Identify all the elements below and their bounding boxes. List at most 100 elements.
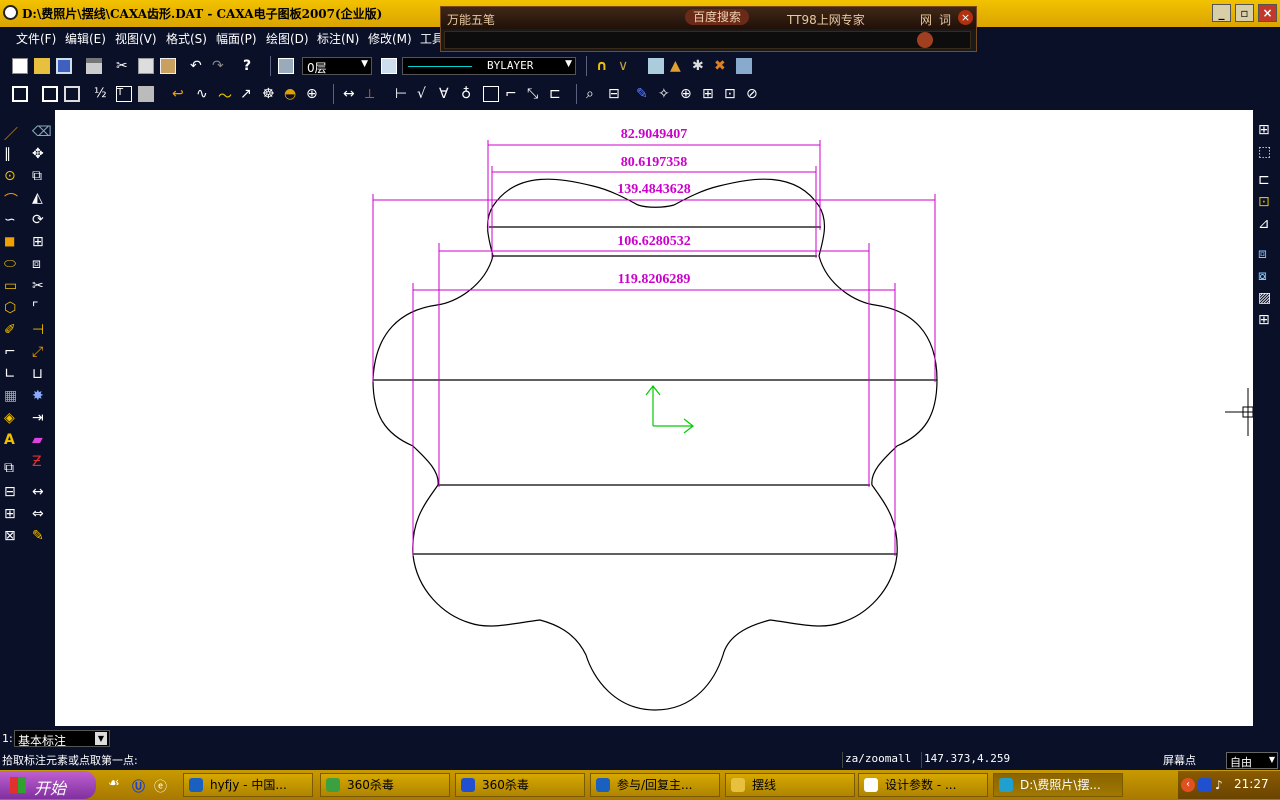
hatch-view-icon[interactable]: ▨ [1258,290,1274,306]
paint-icon[interactable]: ✎ [32,528,48,544]
help-icon[interactable]: ? [243,58,259,74]
mirror-icon[interactable]: ◭ [32,190,48,206]
explode-icon[interactable]: ✖ [714,58,730,74]
rotate-icon[interactable]: ⟳ [32,212,48,228]
title-block-icon[interactable] [42,86,58,102]
drawing-canvas[interactable]: 82.9049407 80.6197358 139.4843628 106.62… [55,110,1254,726]
extend-icon[interactable]: ⊣ [32,322,48,338]
menu-modify[interactable]: 修改(M) [368,30,412,47]
ime-name[interactable]: 万能五笔 [447,11,495,28]
menu-edit[interactable]: 编辑(E) [65,30,106,47]
ime-settings-icon[interactable] [917,32,933,48]
copy-entity-icon[interactable]: ⧉ [32,168,48,184]
redo-icon[interactable]: ↷ [212,58,228,74]
text-style-icon[interactable]: T [116,86,132,102]
hole-icon[interactable]: ◓ [284,86,300,102]
paste-icon[interactable] [160,58,176,74]
properties-icon[interactable] [648,58,664,74]
frame-icon[interactable] [12,86,28,102]
break-entity-icon[interactable]: ⤢ [32,344,48,360]
taskbar-item-360-1[interactable]: 360杀毒 [320,773,450,797]
ime-input-field[interactable] [444,31,971,49]
fillet-icon[interactable]: ⌜ [32,300,48,316]
dimension-style-icon[interactable]: ½ [94,86,110,102]
taskbar-item-caxa[interactable]: D:\费照片\摆... [993,773,1123,797]
block-create-icon[interactable]: ⧉ [4,460,20,476]
block-insert-icon[interactable]: ⊟ [4,484,20,500]
attribute-icon[interactable]: ⊠ [4,528,20,544]
tolerance-icon[interactable]: ♁ [461,86,477,102]
layer-select[interactable]: 0层 ▼ [302,57,372,75]
distance-icon[interactable]: ⊟ [608,86,624,102]
linear-dim-icon[interactable]: ↔ [343,86,359,102]
spline-icon[interactable]: 〜 [218,86,234,105]
scale-icon[interactable]: ⤡ [527,86,543,102]
arrow-icon[interactable]: ↗ [240,86,256,102]
rectangle-icon[interactable]: ▭ [4,278,20,294]
restore-icon[interactable]: ▫ [1235,4,1254,22]
hatch-tool-icon[interactable]: ▦ [4,388,20,404]
dimension-label[interactable]: 80.6197358 [621,155,688,170]
close-icon[interactable]: × [1258,4,1277,22]
tools-icon[interactable]: ✱ [692,58,708,74]
table-icon[interactable] [64,86,80,102]
ime-word-button[interactable]: 词 [939,11,951,28]
circle-icon[interactable]: ⊙ [4,168,20,184]
scale-entity-icon[interactable]: ⧈ [32,256,48,272]
taskbar-item-360-2[interactable]: 360杀毒 [455,773,585,797]
undo-icon[interactable]: ↶ [190,58,206,74]
section-icon[interactable]: ⧈ [1258,246,1274,262]
speaker-icon[interactable]: ♪ [1215,778,1229,792]
point-icon[interactable]: ■ [4,234,20,250]
parallel-line-icon[interactable]: ∥ [4,146,20,162]
menu-dimension[interactable]: 标注(N) [317,30,359,47]
menu-format[interactable]: 格式(S) [166,30,207,47]
zoom-realtime-icon[interactable]: ✧ [658,86,674,102]
zoom-in-icon[interactable]: ⊕ [680,86,696,102]
minimize-icon[interactable]: _ [1212,4,1231,22]
image-icon[interactable] [736,58,752,74]
taskbar-item-forum[interactable]: 参与/回复主... [590,773,720,797]
menu-file[interactable]: 文件(F) [16,30,56,47]
arc-icon[interactable]: ⌒ [4,190,20,209]
dimension-style-select[interactable]: 基本标注 ▼ [14,730,110,748]
measure-icon[interactable]: ⊏ [549,86,565,102]
dim-edit-icon[interactable]: ↔ [32,484,48,500]
zoom-all-icon[interactable]: ⊡ [724,86,740,102]
detail-view-icon[interactable]: ⧇ [1258,268,1274,284]
query-icon[interactable]: ⌕ [586,86,602,102]
grid-view-icon[interactable]: ⊞ [1258,312,1274,328]
library-icon[interactable]: ⊞ [4,506,20,522]
taskbar-item-hyfjy[interactable]: hyfjy - 中国... [183,773,313,797]
view-side-icon[interactable]: ⊿ [1258,216,1274,232]
datum-icon[interactable]: ∀ [439,86,455,102]
offset-icon[interactable]: ⇥ [32,410,48,426]
chevron-down-icon[interactable]: ▼ [95,732,107,745]
dimension-label[interactable]: 119.8206289 [618,272,691,287]
erase-icon[interactable]: ⌫ [32,124,52,140]
taskbar-item-design[interactable]: 设计参数 - ... [858,773,988,797]
polyline-icon[interactable]: ⌐ [4,344,20,360]
ellipse-icon[interactable]: ⬭ [4,256,20,272]
new-file-icon[interactable] [12,58,28,74]
tray-expand-icon[interactable]: ‹ [1181,778,1195,792]
print-icon[interactable] [86,58,102,74]
match-props-icon[interactable]: ▲ [670,58,686,74]
dimension-label[interactable]: 82.9049407 [621,127,688,142]
save-icon[interactable] [56,58,72,74]
menu-view[interactable]: 视图(V) [115,30,157,47]
ime-close-icon[interactable]: × [958,10,973,25]
line-icon[interactable]: ／ [4,124,20,143]
layer-manager-icon[interactable] [278,58,294,74]
copy-icon[interactable] [138,58,154,74]
menu-sheet[interactable]: 幅面(P) [216,30,257,47]
tt98-button[interactable]: TT98上网专家 [787,11,865,28]
chamfer-icon[interactable]: Ƶ [32,454,48,470]
gear-tooth-icon[interactable]: ☸ [262,86,278,102]
dimension-label[interactable]: 106.6280532 [617,234,691,249]
explode-entity-icon[interactable]: ✸ [32,388,48,404]
object-snap-icon[interactable]: ⊞ [1258,122,1274,138]
spline-curve-icon[interactable]: ∽ [4,212,20,228]
break-icon[interactable]: ↩ [172,86,188,102]
format-brush-icon[interactable]: ▰ [32,432,48,448]
